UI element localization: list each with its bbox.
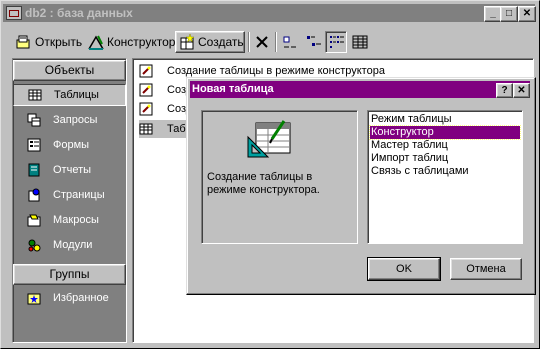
details-view-icon: [352, 34, 368, 50]
help-button[interactable]: ?: [496, 83, 513, 98]
wizard-icon: [139, 83, 153, 97]
maximize-button[interactable]: □: [500, 6, 518, 22]
sidebar-item-label: Страницы: [53, 189, 105, 201]
ok-button[interactable]: OK: [367, 257, 441, 281]
constructor-label: Конструктор: [107, 35, 176, 49]
open-label: Открыть: [35, 35, 83, 49]
form-icon: [27, 138, 41, 152]
list-item[interactable]: Созд: [139, 100, 192, 118]
report-icon: [27, 163, 41, 177]
sidebar-item-label: Избранное: [53, 292, 109, 304]
delete-button[interactable]: [251, 31, 276, 53]
large-icons-button[interactable]: [279, 31, 304, 53]
toolbar: Открыть Конструктор Создать: [3, 29, 535, 55]
database-icon: [6, 6, 22, 20]
table-options-list[interactable]: Режим таблицы Конструктор Мастер таблиц …: [367, 110, 523, 244]
list-item-label: Создание таблицы в режиме конструктора: [167, 65, 385, 77]
preview-description: Создание таблицы в режиме конструктора.: [207, 171, 320, 196]
macro-icon: [27, 213, 41, 227]
list-view-icon: [329, 34, 345, 50]
option-import[interactable]: Импорт таблиц: [370, 152, 520, 165]
delete-icon: [254, 34, 270, 50]
sidebar-item-macros[interactable]: Макросы: [13, 209, 126, 231]
new-object-icon: [179, 33, 195, 50]
sidebar-item-label: Таблицы: [54, 89, 99, 101]
dialog-title: Новая таблица: [192, 83, 274, 95]
open-button[interactable]: Открыть: [13, 31, 85, 53]
sidebar-item-label: Формы: [53, 139, 90, 151]
window-title: db2 : база данных: [25, 6, 133, 20]
close-button[interactable]: ✕: [518, 6, 536, 22]
sidebar-item-favorites[interactable]: Избранное: [13, 287, 126, 309]
list-item-label: Таб: [167, 123, 186, 135]
table-icon: [28, 88, 42, 102]
design-icon: [88, 34, 104, 50]
module-icon: [27, 238, 41, 252]
option-design[interactable]: Конструктор: [369, 125, 521, 140]
option-wizard[interactable]: Мастер таблиц: [370, 139, 520, 152]
toolbar-separator: [275, 32, 277, 52]
groups-header[interactable]: Группы: [13, 264, 126, 285]
toolbar-separator: [248, 32, 250, 52]
option-datasheet[interactable]: Режим таблицы: [370, 113, 520, 126]
sidebar-item-label: Модули: [53, 239, 93, 251]
preview-panel: Создание таблицы в режиме конструктора.: [201, 110, 358, 244]
page-icon: [27, 188, 41, 202]
table-icon: [139, 122, 153, 136]
new-table-dialog: Новая таблица ? ✕ Создание таблицы в реж…: [186, 77, 536, 295]
sidebar-item-label: Запросы: [53, 114, 98, 126]
sidebar-item-tables[interactable]: Таблицы: [13, 84, 126, 106]
sidebar-item-pages[interactable]: Страницы: [13, 184, 126, 206]
open-icon: [16, 34, 32, 50]
create-label: Создать: [198, 35, 244, 49]
sidebar-item-label: Макросы: [53, 214, 99, 226]
favorites-icon: [27, 291, 41, 305]
sidebar-item-modules[interactable]: Модули: [13, 234, 126, 256]
sidebar-item-label: Отчеты: [53, 164, 92, 176]
sidebar-item-reports[interactable]: Отчеты: [13, 159, 126, 181]
option-link[interactable]: Связь с таблицами: [370, 165, 520, 178]
objects-header[interactable]: Объекты: [13, 60, 126, 81]
list-view-button[interactable]: [325, 31, 347, 53]
dialog-close-button[interactable]: ✕: [513, 83, 530, 98]
create-button[interactable]: Создать: [175, 31, 245, 53]
cancel-button[interactable]: Отмена: [450, 258, 522, 280]
details-view-button[interactable]: [349, 31, 374, 53]
list-item[interactable]: Таб: [139, 120, 186, 138]
wizard-icon: [139, 64, 153, 78]
query-icon: [27, 113, 41, 127]
sidebar-item-forms[interactable]: Формы: [13, 134, 126, 156]
design-table-icon: [246, 119, 292, 164]
dialog-titlebar[interactable]: Новая таблица ? ✕: [190, 81, 530, 98]
window-titlebar[interactable]: db2 : база данных _ □ ✕: [3, 4, 536, 22]
wizard-icon: [139, 102, 153, 116]
sidebar-item-queries[interactable]: Запросы: [13, 109, 126, 131]
list-item[interactable]: Созд: [139, 81, 192, 99]
small-icons-icon: [306, 34, 322, 50]
object-bar: Объекты Таблицы Запросы Формы Отчеты Стр…: [12, 58, 127, 343]
constructor-button[interactable]: Конструктор: [85, 31, 178, 53]
large-icons-icon: [282, 34, 298, 50]
